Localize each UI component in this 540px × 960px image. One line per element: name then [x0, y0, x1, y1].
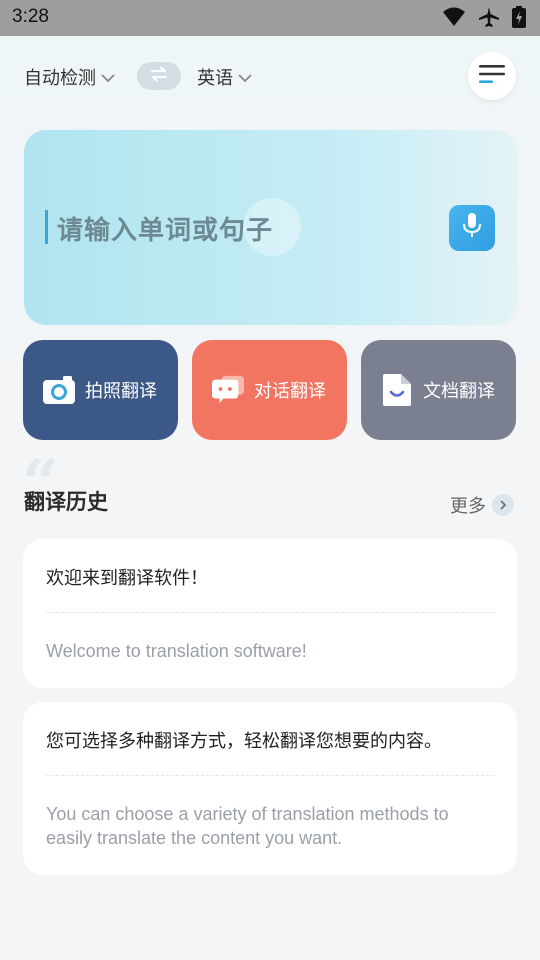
divider	[46, 612, 494, 613]
text-cursor	[45, 210, 48, 244]
chevron-right-icon	[492, 494, 514, 516]
camera-icon	[43, 374, 75, 406]
photo-translate-button[interactable]: 拍照翻译	[23, 340, 178, 440]
voice-input-button[interactable]	[449, 205, 495, 251]
dialog-translate-label: 对话翻译	[254, 381, 326, 402]
wifi-icon	[442, 6, 466, 28]
airplane-icon	[478, 6, 500, 28]
photo-translate-label: 拍照翻译	[85, 381, 157, 402]
document-translate-label: 文档翻译	[423, 381, 495, 402]
document-translate-button[interactable]: 文档翻译	[361, 340, 516, 440]
target-language-selector[interactable]: 英语	[197, 64, 253, 90]
microphone-icon	[461, 212, 483, 244]
history-item[interactable]: 欢迎来到翻译软件！ Welcome to translation softwar…	[23, 539, 517, 688]
input-placeholder: 请输入单词或句子	[57, 216, 274, 246]
dialog-translate-button[interactable]: 对话翻译	[192, 340, 347, 440]
history-translation-text: Welcome to translation software!	[46, 641, 307, 661]
history-source-text: 欢迎来到翻译软件！	[46, 568, 208, 589]
divider	[46, 775, 494, 776]
text-input-area[interactable]: 请输入单词或句子	[24, 130, 517, 325]
status-time: 3:28	[12, 6, 49, 27]
history-item[interactable]: 您可选择多种翻译方式，轻松翻译您想要的内容。 You can choose a …	[23, 702, 517, 875]
chevron-down-icon	[100, 67, 116, 88]
history-translation-text: You can choose a variety of translation …	[46, 804, 449, 848]
swap-languages-button[interactable]	[137, 62, 181, 90]
swap-arrows-icon	[149, 66, 169, 86]
history-title: 翻译历史	[24, 490, 108, 514]
language-bar: 自动检测 英语	[0, 36, 540, 116]
chat-icon	[212, 374, 244, 406]
history-more-link[interactable]: 更多	[450, 492, 514, 518]
menu-button[interactable]	[468, 52, 516, 100]
status-icons	[442, 6, 526, 28]
chevron-down-icon	[237, 67, 253, 88]
more-label: 更多	[450, 496, 486, 517]
document-icon	[381, 374, 413, 406]
menu-icon	[479, 64, 505, 88]
battery-charging-icon	[512, 6, 526, 28]
target-language-label: 英语	[197, 68, 233, 89]
status-bar: 3:28	[0, 0, 540, 36]
source-language-label: 自动检测	[24, 68, 96, 89]
source-language-selector[interactable]: 自动检测	[24, 64, 116, 90]
history-source-text: 您可选择多种翻译方式，轻松翻译您想要的内容。	[46, 731, 442, 752]
